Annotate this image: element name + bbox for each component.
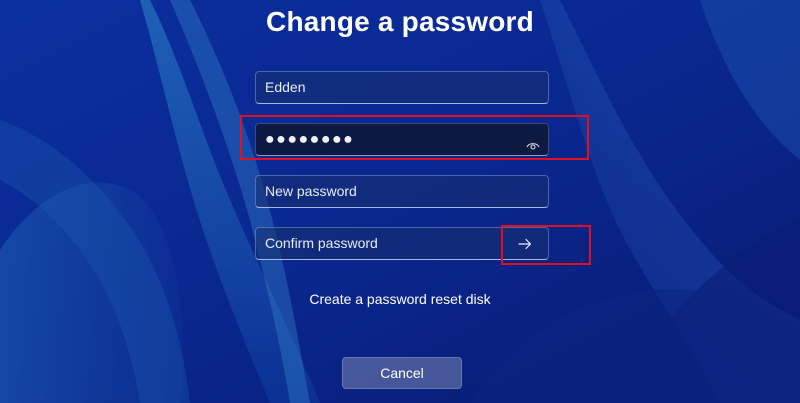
- confirm-password-placeholder: Confirm password: [265, 235, 378, 251]
- current-password-value: ●●●●●●●●: [265, 131, 355, 148]
- cancel-button[interactable]: Cancel: [342, 357, 462, 389]
- page-title: Change a password: [266, 6, 534, 37]
- arrow-right-icon: [518, 238, 532, 249]
- username-field[interactable]: Edden: [255, 71, 549, 104]
- password-reset-disk-link[interactable]: Create a password reset disk: [0, 291, 800, 307]
- current-password-field[interactable]: ●●●●●●●●: [255, 123, 549, 156]
- submit-button[interactable]: [502, 228, 548, 259]
- username-value: Edden: [265, 79, 306, 95]
- new-password-field[interactable]: New password: [255, 175, 549, 208]
- eye-icon[interactable]: [526, 133, 540, 150]
- new-password-placeholder: New password: [265, 183, 357, 199]
- confirm-password-field[interactable]: Confirm password: [255, 227, 549, 260]
